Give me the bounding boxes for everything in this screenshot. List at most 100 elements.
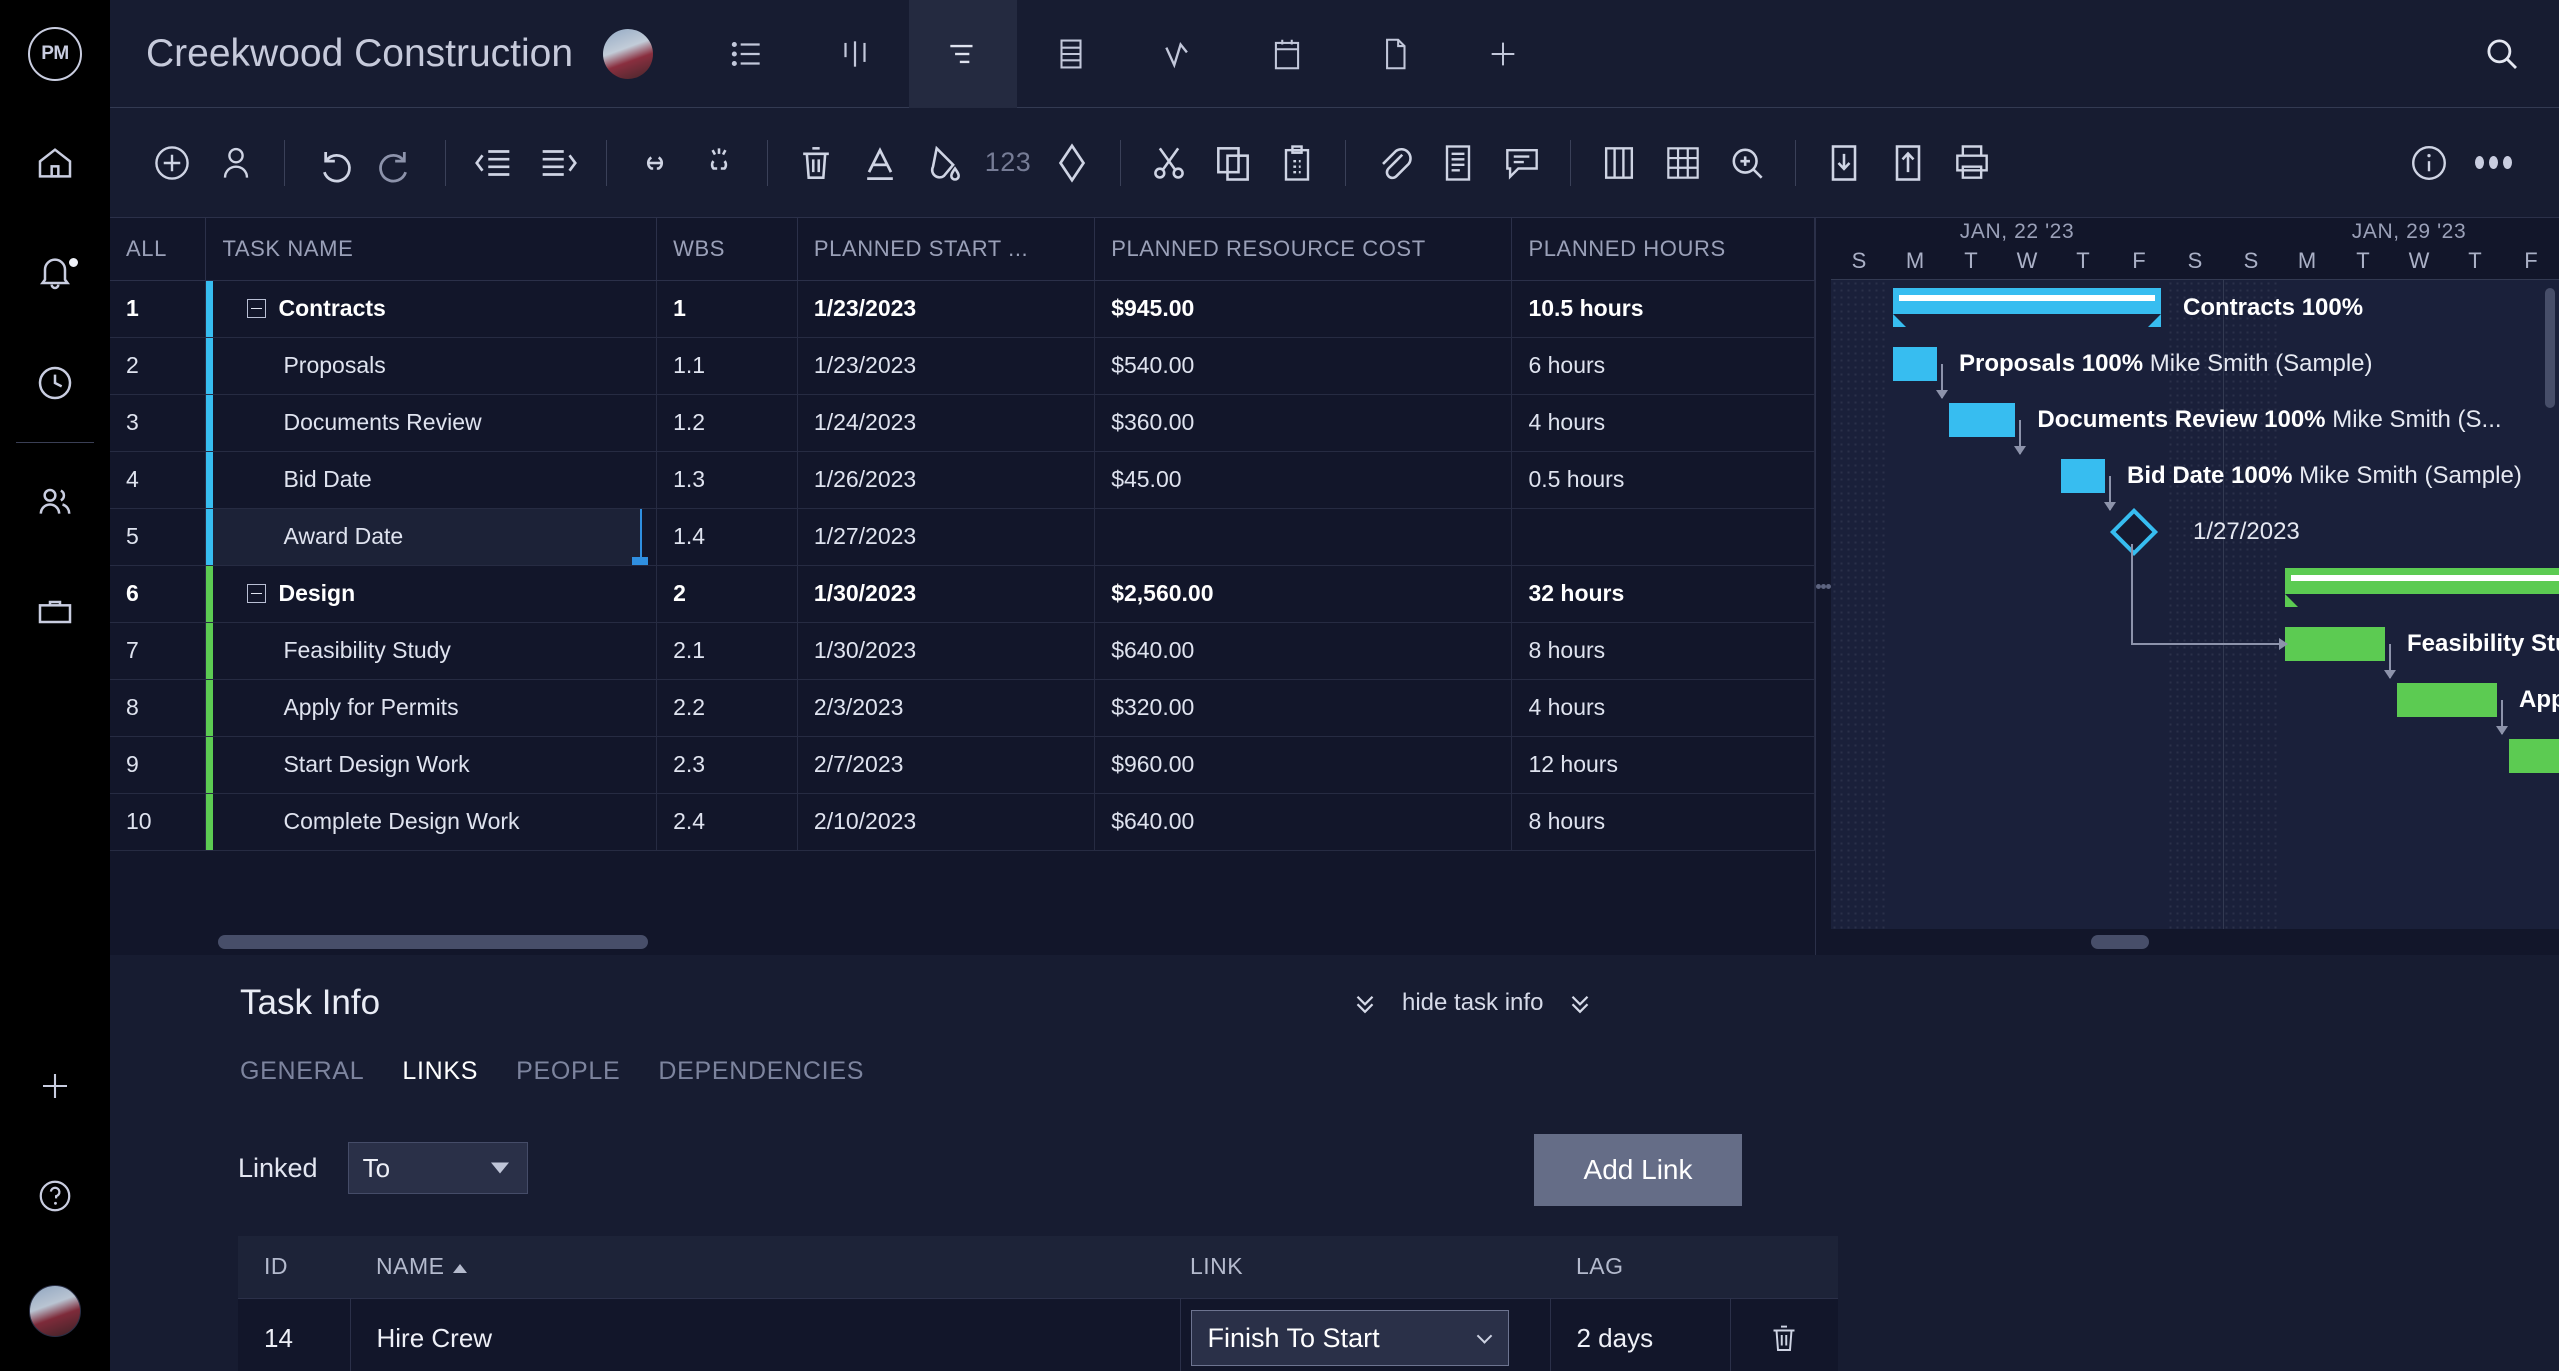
paste-button[interactable] — [1265, 131, 1329, 195]
planned-resource-cost-cell[interactable]: $45.00 — [1094, 451, 1513, 509]
table-row[interactable]: 2 Proposals 1.1 1/23/2023 $540.00 6 hours — [110, 337, 1815, 395]
task-name-cell[interactable]: Contracts — [205, 280, 658, 338]
links-column-lag[interactable]: LAG — [1550, 1236, 1730, 1299]
attach-file-button[interactable] — [1362, 131, 1426, 195]
tab-board-view[interactable] — [801, 0, 909, 108]
collapse-toggle[interactable] — [247, 299, 267, 318]
planned-start-cell[interactable]: 2/7/2023 — [797, 736, 1096, 794]
hide-task-info-button[interactable]: hide task info — [1350, 988, 1595, 1018]
wbs-cell[interactable]: 1.4 — [656, 508, 798, 566]
search-icon[interactable] — [2481, 33, 2523, 75]
table-row[interactable]: 5 Award Date 1.4 1/27/2023 — [110, 508, 1815, 566]
planned-resource-cost-cell[interactable]: $2,560.00 — [1094, 565, 1513, 623]
planned-hours-cell[interactable]: 10.5 hours — [1511, 280, 1815, 338]
copy-button[interactable] — [1201, 131, 1265, 195]
planned-resource-cost-cell[interactable]: $640.00 — [1094, 622, 1513, 680]
planned-resource-cost-cell[interactable]: $320.00 — [1094, 679, 1513, 737]
redo-button[interactable] — [365, 131, 429, 195]
fill-color-button[interactable] — [912, 131, 976, 195]
table-row[interactable]: 8 Apply for Permits 2.2 2/3/2023 $320.00 4 ho… — [110, 679, 1815, 737]
gantt-task-bar[interactable] — [1893, 347, 1937, 381]
planned-hours-cell[interactable]: 8 hours — [1511, 622, 1815, 680]
planned-start-cell[interactable]: 1/24/2023 — [797, 394, 1096, 452]
task-name-cell[interactable]: Documents Review — [205, 394, 658, 452]
sidebar-item-profile[interactable] — [0, 1251, 110, 1371]
wbs-cell[interactable]: 2.4 — [656, 793, 798, 851]
gantt-scroll-thumb[interactable] — [2091, 935, 2149, 949]
link-tasks-button[interactable] — [623, 131, 687, 195]
planned-hours-cell[interactable]: 4 hours — [1511, 394, 1815, 452]
tab-pages-view[interactable] — [1341, 0, 1449, 108]
table-row[interactable]: 7 Feasibility Study 2.1 1/30/2023 $640.00 8 h… — [110, 622, 1815, 680]
columns-button[interactable] — [1587, 131, 1651, 195]
planned-start-cell[interactable]: 1/27/2023 — [797, 508, 1096, 566]
export-button[interactable] — [1876, 131, 1940, 195]
gantt-horizontal-scrollbar[interactable] — [1831, 929, 2559, 955]
table-row[interactable]: 1 Contracts 1 1/23/2023 $945.00 10.5 hours — [110, 280, 1815, 338]
task-name-cell[interactable]: Apply for Permits — [205, 679, 658, 737]
info-button[interactable] — [2397, 131, 2461, 195]
planned-hours-cell[interactable]: 12 hours — [1511, 736, 1815, 794]
planned-resource-cost-cell[interactable]: $640.00 — [1094, 793, 1513, 851]
link-type-select[interactable]: Finish To Start — [1190, 1310, 1509, 1366]
gantt-task-bar[interactable] — [2397, 683, 2497, 717]
links-column-id[interactable]: ID — [238, 1236, 350, 1299]
planned-hours-cell[interactable]: 8 hours — [1511, 793, 1815, 851]
notes-button[interactable] — [1426, 131, 1490, 195]
pane-splitter[interactable] — [1815, 218, 1831, 955]
sidebar-item-home[interactable] — [0, 108, 110, 218]
number-format-button[interactable]: 123 — [976, 131, 1040, 195]
column-header-wbs[interactable]: WBS — [656, 218, 798, 281]
undo-button[interactable] — [301, 131, 365, 195]
planned-hours-cell[interactable] — [1511, 508, 1815, 566]
column-header-planned-resource-cost[interactable]: PLANNED RESOURCE COST — [1094, 218, 1513, 281]
linked-direction-select[interactable]: To — [347, 1142, 528, 1194]
gantt-task-bar[interactable] — [2509, 739, 2559, 773]
planned-resource-cost-cell[interactable]: $945.00 — [1094, 280, 1513, 338]
planned-hours-cell[interactable]: 4 hours — [1511, 679, 1815, 737]
table-row[interactable]: 9 Start Design Work 2.3 2/7/2023 $960.00 12 h… — [110, 736, 1815, 794]
trash-icon[interactable] — [1757, 1320, 1813, 1356]
tab-list-view[interactable] — [693, 0, 801, 108]
sidebar-item-notifications[interactable] — [0, 218, 110, 328]
tab-gantt-view[interactable] — [909, 0, 1018, 108]
sidebar-item-team[interactable] — [0, 447, 110, 557]
task-name-cell[interactable]: Bid Date — [205, 451, 658, 509]
tab-links[interactable]: LINKS — [402, 1057, 478, 1092]
cell-resize-handle[interactable] — [632, 556, 649, 564]
column-header-all[interactable]: ALL — [110, 218, 207, 281]
more-options-button[interactable] — [2461, 131, 2525, 195]
table-row[interactable]: 4 Bid Date 1.3 1/26/2023 $45.00 0.5 hours — [110, 451, 1815, 509]
planned-start-cell[interactable]: 1/26/2023 — [797, 451, 1096, 509]
import-button[interactable] — [1812, 131, 1876, 195]
add-task-button[interactable] — [140, 131, 204, 195]
link-task-name[interactable]: Hire Crew — [350, 1298, 1181, 1371]
planned-resource-cost-cell[interactable]: $960.00 — [1094, 736, 1513, 794]
planned-start-cell[interactable]: 2/10/2023 — [797, 793, 1096, 851]
gantt-summary-bar[interactable] — [1893, 288, 2161, 327]
column-header-planned-start[interactable]: PLANNED START ... — [797, 218, 1096, 281]
table-row[interactable]: 10 Complete Design Work 2.4 2/10/2023 $640.0… — [110, 793, 1815, 851]
gantt-summary-bar[interactable] — [2285, 568, 2559, 607]
wbs-cell[interactable]: 1 — [656, 280, 798, 338]
wbs-cell[interactable]: 2.2 — [656, 679, 798, 737]
grid-scroll-thumb[interactable] — [218, 935, 648, 949]
unlink-tasks-button[interactable] — [687, 131, 751, 195]
tab-general[interactable]: GENERAL — [240, 1057, 364, 1092]
task-name-cell[interactable]: Award Date — [205, 508, 658, 566]
grid-button[interactable] — [1651, 131, 1715, 195]
wbs-cell[interactable]: 2.1 — [656, 622, 798, 680]
cut-button[interactable] — [1137, 131, 1201, 195]
zoom-button[interactable] — [1715, 131, 1779, 195]
comments-button[interactable] — [1490, 131, 1554, 195]
planned-start-cell[interactable]: 1/23/2023 — [797, 280, 1096, 338]
task-name-cell[interactable]: Design — [205, 565, 658, 623]
wbs-cell[interactable]: 1.1 — [656, 337, 798, 395]
tab-workload-view[interactable] — [1125, 0, 1233, 108]
tab-add-view[interactable] — [1449, 0, 1557, 108]
sidebar-item-timesheets[interactable] — [0, 328, 110, 438]
link-lag[interactable]: 2 days — [1550, 1298, 1731, 1371]
column-header-planned-hours[interactable]: PLANNED HOURS — [1511, 218, 1815, 281]
task-name-cell[interactable]: Feasibility Study — [205, 622, 658, 680]
delete-button[interactable] — [784, 131, 848, 195]
